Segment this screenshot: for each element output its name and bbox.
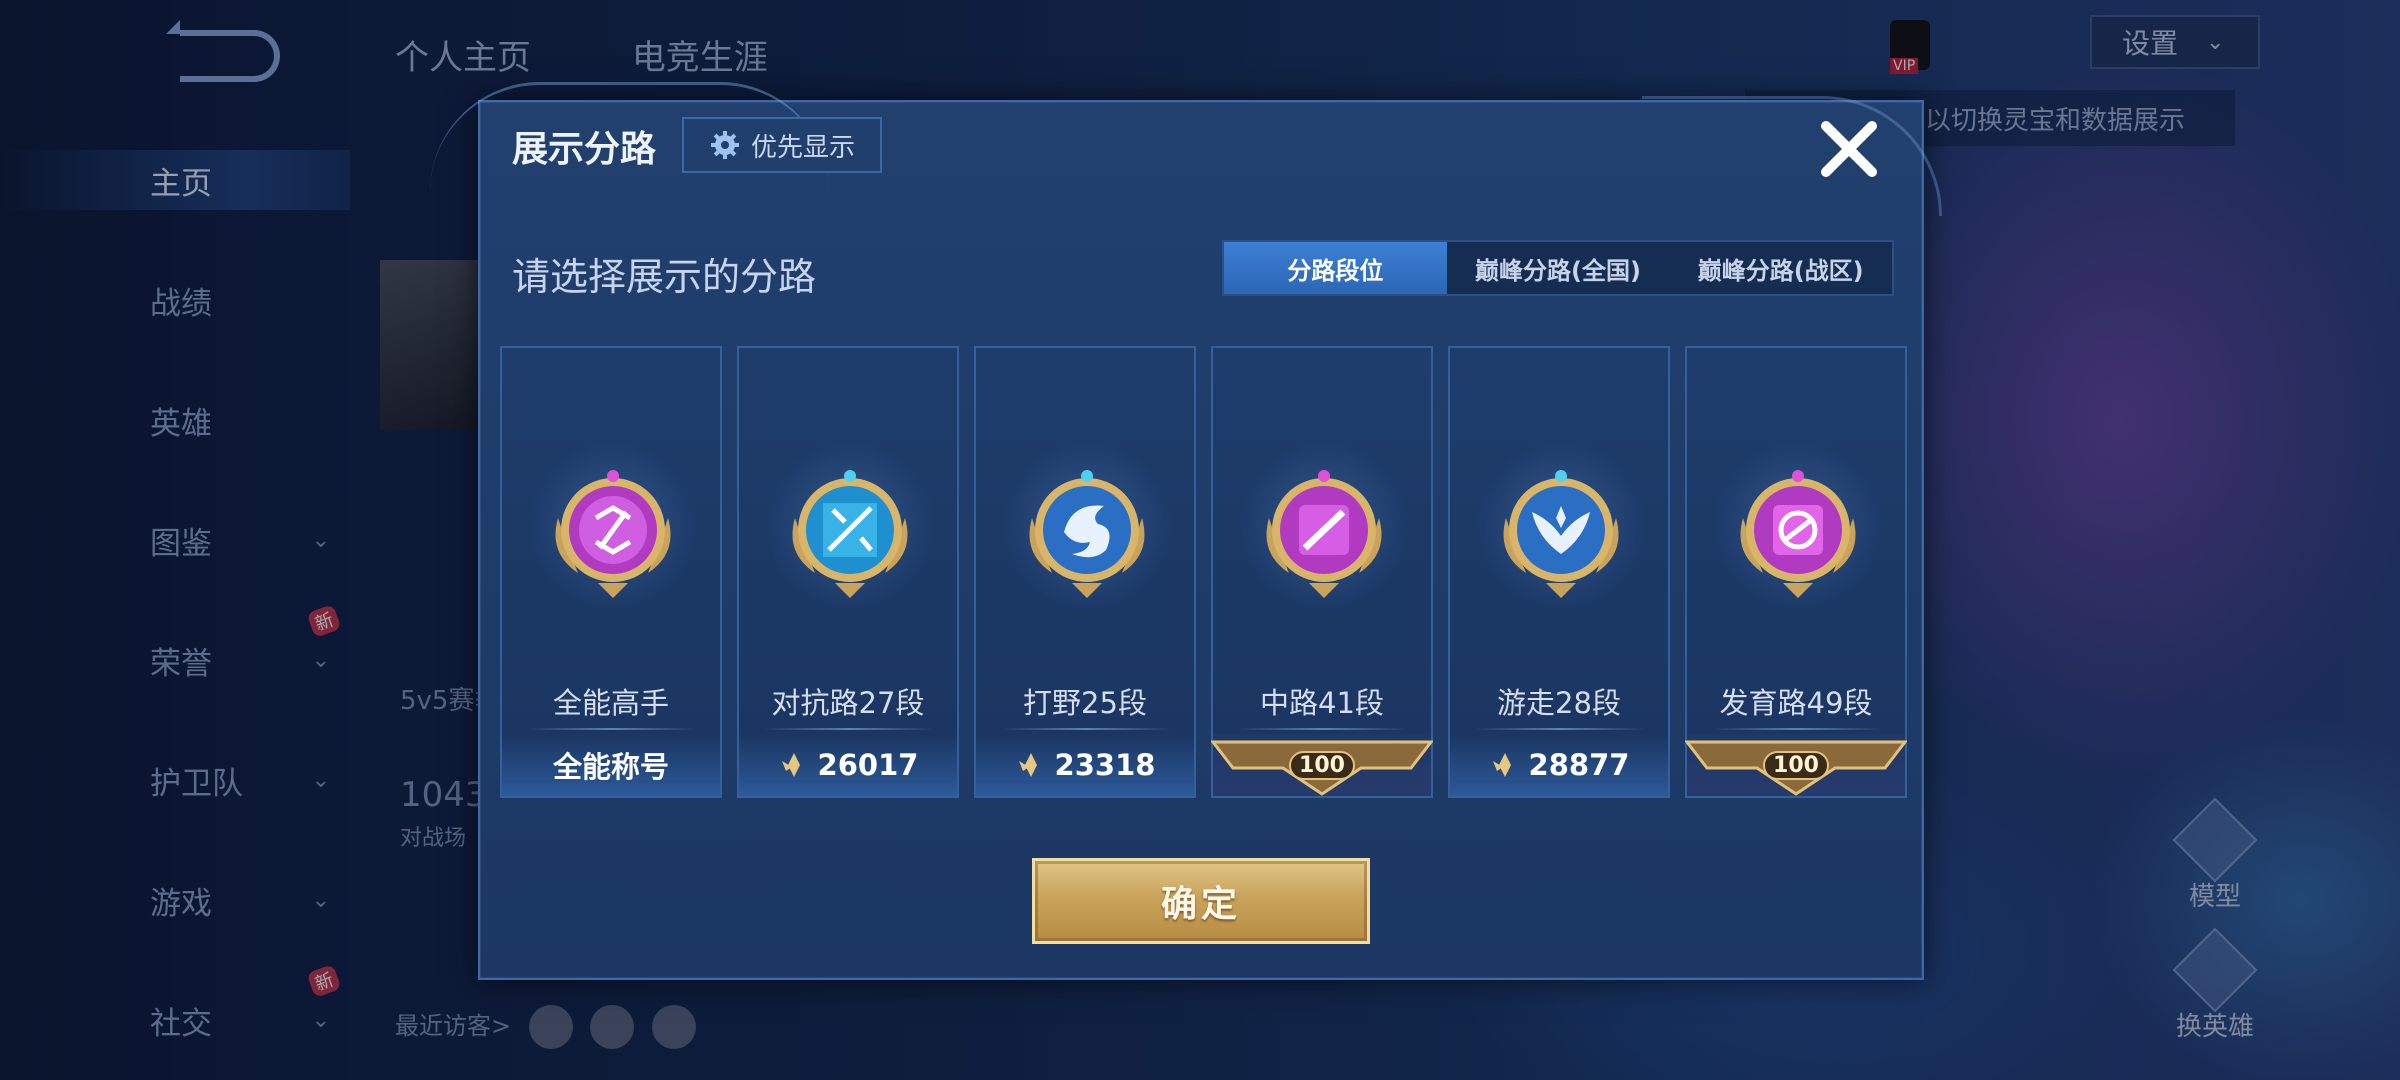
modal-decoration xyxy=(1642,96,1942,216)
lane-mode-tabs: 分路段位 巅峰分路(全国) 巅峰分路(战区) xyxy=(1222,240,1894,296)
lane-footer-score: 28877 xyxy=(1450,734,1668,796)
gear-icon xyxy=(710,131,739,159)
roam-wings-icon xyxy=(1503,470,1619,598)
lane-card-clash[interactable]: 对抗路27段 26017 xyxy=(737,346,959,798)
lane-divider xyxy=(1001,728,1171,730)
lane-footer-ribbon: 100 xyxy=(1211,734,1433,796)
lane-label: 对抗路27段 xyxy=(771,686,925,720)
lane-footer-title: 全能称号 xyxy=(502,734,720,796)
tab-lane-rank[interactable]: 分路段位 xyxy=(1224,242,1447,294)
lane-display-modal: 展示分路 优先显示 请选择展示的分路 分路段位 巅峰分路(全国) 巅峰分路(战区… xyxy=(430,82,1942,980)
lane-divider xyxy=(1475,728,1645,730)
farm-lane-icon xyxy=(1740,470,1856,598)
all-round-icon xyxy=(555,470,671,598)
lane-card-all-round[interactable]: 全能高手 全能称号 xyxy=(500,346,722,798)
modal-title: 展示分路 xyxy=(512,129,657,170)
lane-card-roam[interactable]: 游走28段 28877 xyxy=(1448,346,1670,798)
lane-label: 中路41段 xyxy=(1260,686,1384,720)
peak-score-icon xyxy=(1018,753,1037,777)
lane-label: 打野25段 xyxy=(1023,686,1147,720)
clash-lane-icon xyxy=(792,470,908,598)
mid-lane-icon xyxy=(1266,470,1382,598)
close-icon[interactable] xyxy=(1816,116,1882,182)
lane-select-prompt: 请选择展示的分路 xyxy=(512,255,817,299)
lane-card-jungle[interactable]: 打野25段 23318 xyxy=(974,346,1196,798)
top-rank-number: 100 xyxy=(1763,750,1829,780)
lane-label: 游走28段 xyxy=(1497,686,1621,720)
tab-peak-lane-national[interactable]: 巅峰分路(全国) xyxy=(1447,242,1670,294)
peak-score-icon xyxy=(1492,753,1511,777)
lane-card-mid[interactable]: 中路41段 100 xyxy=(1211,346,1433,798)
lane-label: 全能高手 xyxy=(552,686,669,720)
lane-divider xyxy=(1238,728,1408,730)
lane-cards: 全能高手 全能称号 对抗路27段 26017 打野25段 23318 中路41段… xyxy=(500,346,1907,798)
confirm-button[interactable]: 确定 xyxy=(1032,858,1370,944)
peak-score-icon xyxy=(781,753,800,777)
lane-footer-score: 26017 xyxy=(739,734,957,796)
lane-divider xyxy=(764,728,934,730)
lane-footer-score: 23318 xyxy=(976,734,1194,796)
top-rank-number: 100 xyxy=(1289,750,1355,780)
tab-peak-lane-region[interactable]: 巅峰分路(战区) xyxy=(1669,242,1892,294)
jungle-dragon-icon xyxy=(1029,470,1145,598)
priority-display-button[interactable]: 优先显示 xyxy=(682,117,882,173)
lane-label: 发育路49段 xyxy=(1719,686,1873,720)
lane-footer-ribbon: 100 xyxy=(1685,734,1907,796)
lane-card-farm[interactable]: 发育路49段 100 xyxy=(1685,346,1907,798)
lane-divider xyxy=(1712,728,1882,730)
lane-divider xyxy=(527,728,697,730)
